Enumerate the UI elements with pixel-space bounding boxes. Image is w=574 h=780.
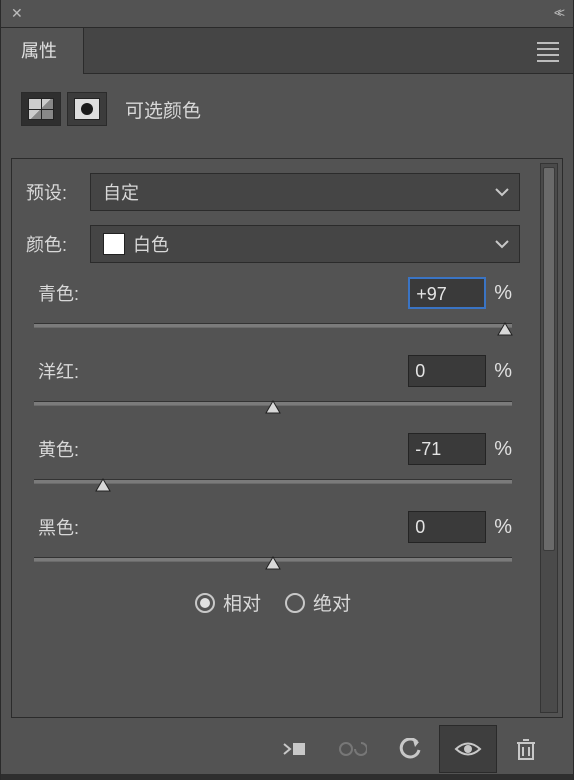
- slider-label-magenta: 洋红:: [38, 358, 79, 384]
- toggle-visibility-button[interactable]: [439, 725, 497, 773]
- radio-label-absolute: 绝对: [313, 589, 351, 616]
- layer-mask-icon: [74, 98, 100, 120]
- preset-value: 自定: [103, 179, 139, 205]
- slider-row-magenta: 洋红: 0 %: [26, 355, 520, 421]
- scrollbar-thumb[interactable]: [543, 167, 555, 551]
- tab-properties[interactable]: 属性: [1, 28, 77, 74]
- mask-thumb-button[interactable]: [67, 92, 107, 126]
- tab-label: 属性: [21, 41, 57, 61]
- slider-row-black: 黑色: 0 %: [26, 511, 520, 577]
- slider-label-cyan: 青色:: [38, 280, 79, 306]
- reset-button[interactable]: [381, 725, 439, 773]
- slider-input-magenta[interactable]: 0: [408, 355, 486, 387]
- radio-icon: [195, 593, 215, 613]
- preset-label: 预设:: [26, 179, 80, 205]
- delete-button[interactable]: [497, 725, 555, 773]
- radio-absolute[interactable]: 绝对: [285, 589, 351, 616]
- slider-row-cyan: 青色: +97 %: [26, 277, 520, 343]
- slider-track-black[interactable]: [34, 553, 512, 577]
- colors-row: 颜色: 白色: [26, 225, 520, 263]
- colors-label: 颜色:: [26, 231, 80, 257]
- layer-type-row: 可选颜色: [1, 74, 573, 140]
- bottom-edge: [1, 774, 573, 780]
- adjustment-name: 可选颜色: [125, 96, 201, 123]
- tab-row: 属性: [1, 28, 573, 74]
- slider-track-yellow[interactable]: [34, 475, 512, 499]
- slider-label-yellow: 黄色:: [38, 436, 79, 462]
- content-frame: 预设: 自定 颜色: 白色 青色: +97: [11, 158, 563, 718]
- scrollbar[interactable]: [540, 163, 558, 713]
- preset-row: 预设: 自定: [26, 173, 520, 211]
- slider-input-yellow[interactable]: -71: [408, 433, 486, 465]
- selective-color-icon: [28, 98, 54, 120]
- radio-label-relative: 相对: [223, 589, 261, 616]
- radio-icon: [285, 593, 305, 613]
- method-radio-group: 相对 绝对: [26, 589, 520, 616]
- slider-input-cyan[interactable]: +97: [408, 277, 486, 309]
- unit-magenta: %: [494, 360, 512, 383]
- content: 预设: 自定 颜色: 白色 青色: +97: [12, 159, 534, 717]
- unit-cyan: %: [494, 282, 512, 305]
- tab-empty-area: [83, 28, 573, 74]
- collapse-icon[interactable]: <<: [554, 5, 561, 20]
- slider-label-black: 黑色:: [38, 514, 79, 540]
- clip-to-layer-button[interactable]: [265, 725, 323, 773]
- slider-track-cyan[interactable]: [34, 319, 512, 343]
- unit-black: %: [494, 516, 512, 539]
- chevron-down-icon: [495, 239, 509, 249]
- adjustment-thumb-button[interactable]: [21, 92, 61, 126]
- panel-titlebar: ✕ <<: [1, 0, 573, 28]
- color-swatch-white: [103, 233, 125, 255]
- close-icon[interactable]: ✕: [11, 5, 23, 22]
- chevron-down-icon: [495, 187, 509, 197]
- panel-footer: [11, 718, 563, 780]
- panel-menu-icon[interactable]: [537, 42, 559, 58]
- colors-value: 白色: [133, 231, 169, 257]
- slider-row-yellow: 黄色: -71 %: [26, 433, 520, 499]
- slider-track-magenta[interactable]: [34, 397, 512, 421]
- radio-relative[interactable]: 相对: [195, 589, 261, 616]
- colors-dropdown[interactable]: 白色: [90, 225, 520, 263]
- slider-input-black[interactable]: 0: [408, 511, 486, 543]
- preset-dropdown[interactable]: 自定: [90, 173, 520, 211]
- unit-yellow: %: [494, 438, 512, 461]
- view-previous-state-button[interactable]: [323, 725, 381, 773]
